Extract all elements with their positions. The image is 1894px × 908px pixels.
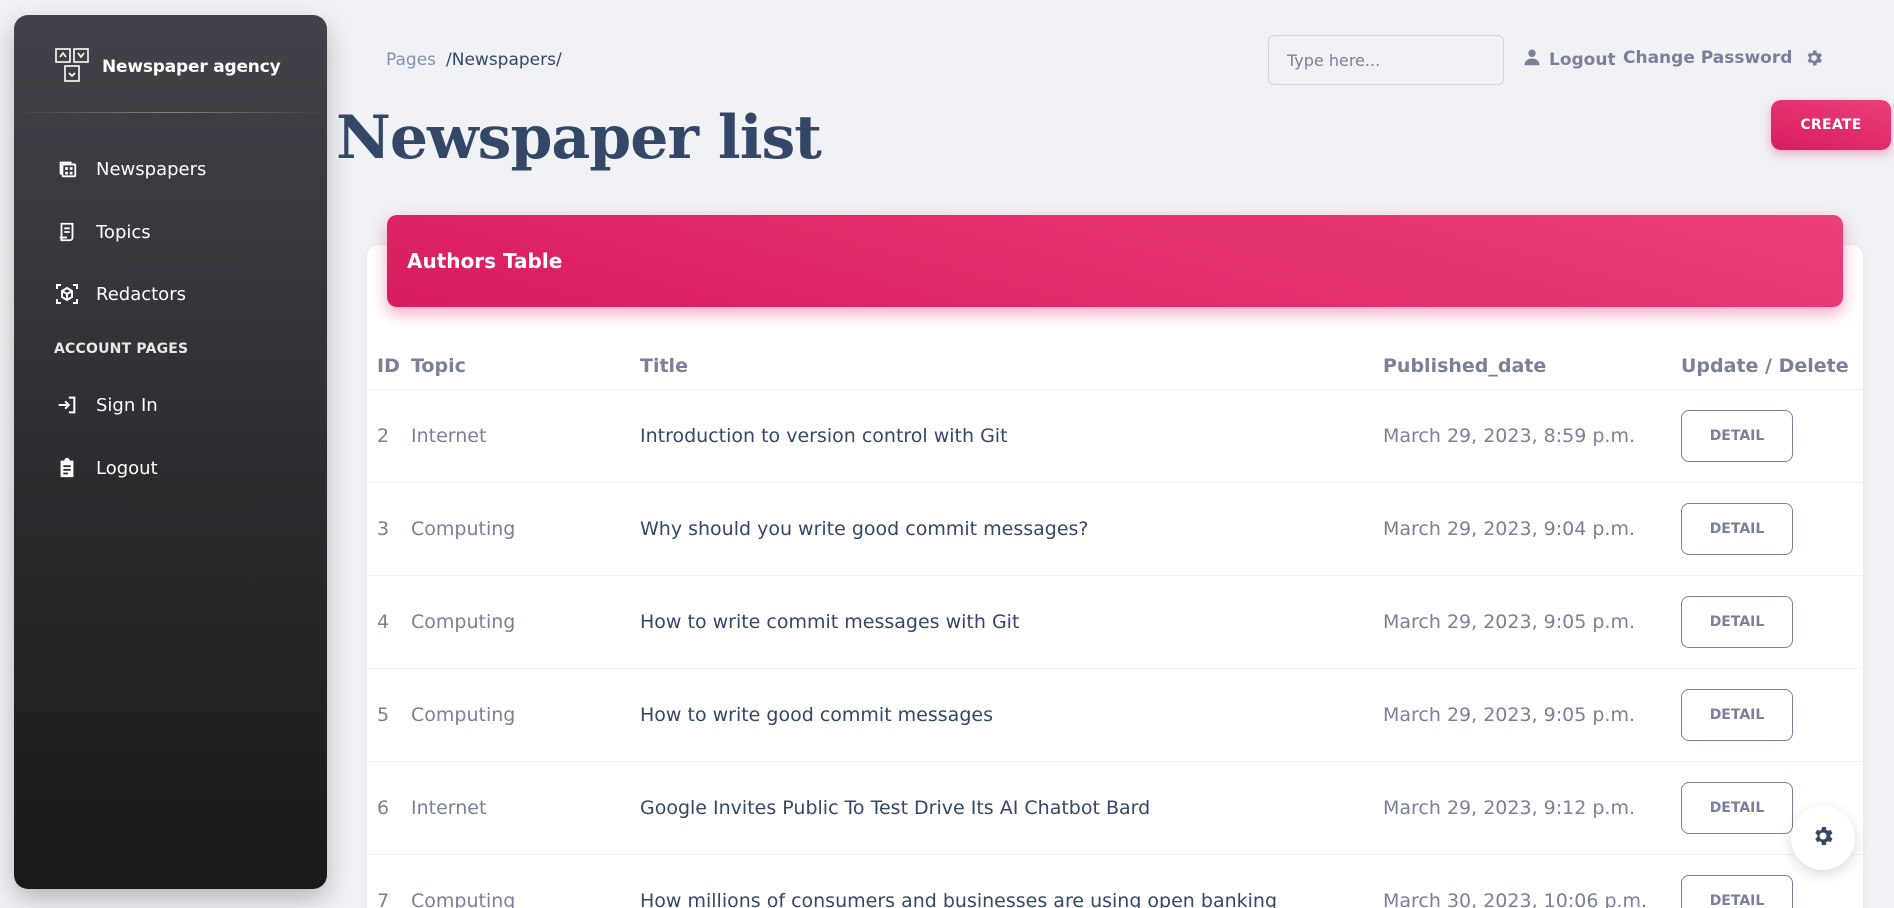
cell-id: 5 xyxy=(367,668,411,762)
sidebar-item-label: Redactors xyxy=(96,283,186,305)
account-pages-heading: ACCOUNT PAGES xyxy=(54,341,189,357)
table-row: 5 Computing How to write good commit mes… xyxy=(367,668,1863,762)
breadcrumb-root[interactable]: Pages xyxy=(386,50,436,70)
cell-published-date: March 29, 2023, 9:05 p.m. xyxy=(1383,668,1681,762)
receipt-icon xyxy=(54,219,80,245)
column-header-title: Title xyxy=(640,343,1383,390)
table-row: 3 Computing Why should you write good co… xyxy=(367,482,1863,576)
cell-actions: DETAIL xyxy=(1681,575,1863,669)
sidebar-item-sign-in[interactable]: Sign In xyxy=(54,385,158,425)
detail-button[interactable]: DETAIL xyxy=(1681,688,1793,741)
cell-title: How to write commit messages with Git xyxy=(640,575,1383,669)
sidebar-divider xyxy=(14,112,327,113)
cell-actions: DETAIL xyxy=(1681,389,1863,483)
table-row: 7 Computing How millions of consumers an… xyxy=(367,854,1863,908)
logout-label: Logout xyxy=(1549,49,1616,70)
breadcrumb-current: /Newspapers/ xyxy=(446,50,562,70)
cell-topic: Internet xyxy=(411,761,640,855)
table-title: Authors Table xyxy=(407,249,563,273)
search-input[interactable] xyxy=(1268,35,1504,85)
cell-id: 2 xyxy=(367,389,411,483)
sidebar-item-label: Newspapers xyxy=(96,158,207,180)
detail-button[interactable]: DETAIL xyxy=(1681,874,1793,908)
cell-title: How millions of consumers and businesses… xyxy=(640,854,1383,908)
cell-title: Google Invites Public To Test Drive Its … xyxy=(640,761,1383,855)
create-button[interactable]: CREATE xyxy=(1771,100,1891,150)
sidebar-item-topics[interactable]: Topics xyxy=(54,212,151,252)
change-password-label: Change Password xyxy=(1623,48,1793,68)
cell-published-date: March 29, 2023, 9:12 p.m. xyxy=(1383,761,1681,855)
cell-topic: Internet xyxy=(411,389,640,483)
cell-topic: Computing xyxy=(411,575,640,669)
table-row: 6 Internet Google Invites Public To Test… xyxy=(367,761,1863,855)
column-header-actions: Update / Delete xyxy=(1681,343,1863,390)
table-card-header: Authors Table xyxy=(387,215,1843,307)
sidebar-item-label: Logout xyxy=(96,457,158,479)
cell-topic: Computing xyxy=(411,668,640,762)
cell-id: 6 xyxy=(367,761,411,855)
cell-id: 4 xyxy=(367,575,411,669)
assignment-icon xyxy=(54,455,80,481)
brand-name: Newspaper agency xyxy=(102,57,281,77)
table-row: 4 Computing How to write commit messages… xyxy=(367,575,1863,669)
settings-gear-icon[interactable] xyxy=(1804,48,1824,72)
cell-topic: Computing xyxy=(411,854,640,908)
detail-button[interactable]: DETAIL xyxy=(1681,595,1793,648)
cell-published-date: March 29, 2023, 8:59 p.m. xyxy=(1383,389,1681,483)
table-row: 2 Internet Introduction to version contr… xyxy=(367,389,1863,483)
login-icon xyxy=(54,392,80,418)
sidebar-item-redactors[interactable]: Redactors xyxy=(54,274,186,314)
newspaper-icon xyxy=(54,156,80,182)
table-header-row: ID Topic Title Published_date Update / D… xyxy=(367,343,1863,390)
column-header-topic: Topic xyxy=(411,343,640,390)
cell-published-date: March 30, 2023, 10:06 p.m. xyxy=(1383,854,1681,908)
cell-title: How to write good commit messages xyxy=(640,668,1383,762)
change-password-link[interactable]: Change Password xyxy=(1623,48,1792,68)
cell-actions: DETAIL xyxy=(1681,668,1863,762)
sidebar-item-label: Topics xyxy=(96,221,151,243)
settings-fab-button[interactable] xyxy=(1791,806,1855,870)
gear-icon xyxy=(1811,824,1835,852)
detail-button[interactable]: DETAIL xyxy=(1681,409,1793,462)
cell-published-date: March 29, 2023, 9:05 p.m. xyxy=(1383,575,1681,669)
sidebar-item-newspapers[interactable]: Newspapers xyxy=(54,149,206,189)
detail-button[interactable]: DETAIL xyxy=(1681,502,1793,555)
cell-topic: Computing xyxy=(411,482,640,576)
user-icon xyxy=(1523,48,1541,71)
brand[interactable]: Newspaper agency xyxy=(54,47,281,87)
breadcrumb: Pages /Newspapers/ xyxy=(386,50,562,70)
page-title: Newspaper list xyxy=(336,103,822,173)
logout-link[interactable]: Logout xyxy=(1523,48,1616,71)
cell-title: Why should you write good commit message… xyxy=(640,482,1383,576)
column-header-id: ID xyxy=(367,343,411,390)
sidebar-item-label: Sign In xyxy=(96,394,158,416)
sidebar-item-logout[interactable]: Logout xyxy=(54,448,158,488)
cell-actions: DETAIL xyxy=(1681,482,1863,576)
cell-published-date: March 29, 2023, 9:04 p.m. xyxy=(1383,482,1681,576)
detail-button[interactable]: DETAIL xyxy=(1681,781,1793,834)
sidebar: Newspaper agency Newspapers Topics Redac… xyxy=(14,15,327,889)
cell-id: 7 xyxy=(367,854,411,908)
column-header-published-date: Published_date xyxy=(1383,343,1681,390)
view-in-ar-icon xyxy=(54,281,80,307)
brand-logo-icon xyxy=(54,47,90,87)
cell-id: 3 xyxy=(367,482,411,576)
newspaper-table: ID Topic Title Published_date Update / D… xyxy=(367,343,1863,908)
cell-title: Introduction to version control with Git xyxy=(640,389,1383,483)
